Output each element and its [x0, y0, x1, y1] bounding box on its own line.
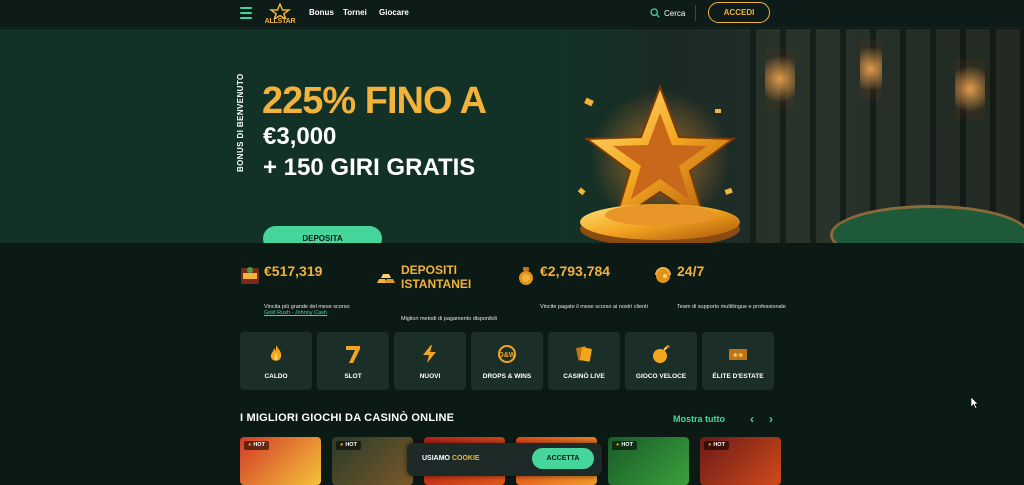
slot-game-icon [241, 267, 259, 284]
category-live-casino[interactable]: CASINÒ LIVE [548, 332, 620, 390]
elite-icon: ★★ [729, 349, 747, 360]
category-slot[interactable]: SLOT [317, 332, 389, 390]
search-icon [650, 8, 660, 18]
game-tile[interactable]: ● HOT [332, 437, 413, 485]
stat-value: 24/7 [677, 263, 705, 279]
drops-wins-icon: D&W [498, 345, 516, 363]
welcome-bonus-label: BONUS DI BENVENUTO [236, 73, 245, 173]
hot-badge: ● HOT [704, 441, 729, 450]
nav-giocare[interactable]: Giocare [379, 8, 409, 17]
coin-bag-icon [519, 267, 533, 285]
hot-badge-label: HOT [253, 442, 265, 448]
lightning-icon [423, 345, 436, 363]
gold-bars-icon [377, 274, 395, 283]
lamp-light [860, 39, 882, 99]
allstar-logo[interactable]: ALLSTAR [262, 3, 298, 25]
flame-small-icon: ● [248, 442, 252, 448]
hero-banner[interactable]: BONUS DI BENVENUTO 225% FINO A €3,000 + … [0, 29, 1024, 243]
flame-icon [270, 345, 282, 361]
cookie-banner: USIAMO COOKIE ACCETTA [407, 443, 602, 476]
category-label: GIOCO VELOCE [635, 373, 687, 380]
mouse-cursor-icon [971, 397, 979, 409]
game-tile[interactable]: ● HOT [700, 437, 781, 485]
logo-star-icon [268, 3, 292, 19]
category-fast-game[interactable]: GIOCO VELOCE [625, 332, 697, 390]
stat-value: €2,793,784 [540, 263, 611, 279]
search-button[interactable]: Cerca [650, 6, 685, 20]
section-title: I MIGLIORI GIOCHI DA CASINÒ ONLINE [240, 412, 455, 424]
header-divider [695, 5, 696, 21]
category-tiles: CALDO SLOT NUOVI D&W DROPS & WINS CASINÒ… [240, 332, 774, 390]
category-drops-wins[interactable]: D&W DROPS & WINS [471, 332, 543, 390]
hot-badge: ● HOT [336, 441, 361, 450]
hot-badge-label: HOT [345, 442, 357, 448]
hot-badge: ● HOT [244, 441, 269, 450]
chevron-left-icon[interactable]: ‹ [750, 412, 760, 426]
game-tile[interactable]: ● HOT [240, 437, 321, 485]
svg-text:★★: ★★ [733, 352, 744, 359]
nav-tornei[interactable]: Tornei [343, 8, 367, 17]
stat-desc: Vincite pagate il mese scorso ai nostri … [540, 304, 648, 310]
hamburger-menu-icon[interactable] [240, 7, 252, 19]
stat-desc: Team di supporto multilingue e professio… [677, 304, 786, 310]
stat-game-link[interactable]: Gold Rush - Johnny Cash [264, 310, 327, 316]
category-new[interactable]: NUOVI [394, 332, 466, 390]
stat-value: DEPOSITI ISTANTANEI [401, 263, 472, 291]
category-label: DROPS & WINS [482, 373, 532, 380]
category-label: ÉLITE D'ESTATE [712, 373, 764, 380]
stat-desc: Migliori metodi di pagamento disponibili [401, 316, 497, 322]
accept-cookies-button[interactable]: ACCETTA [532, 448, 594, 469]
hero-free-spins: + 150 GIRI GRATIS [263, 154, 476, 181]
stats-strip: €517,319 Vincita più grande del mese sco… [0, 243, 1024, 323]
cookie-message: USIAMO COOKIE [422, 455, 480, 462]
flame-small-icon: ● [616, 442, 620, 448]
flame-small-icon: ● [708, 442, 712, 448]
seven-icon [346, 346, 360, 363]
category-label: NUOVI [419, 373, 441, 380]
category-label: CALDO [264, 373, 288, 380]
logo-text: ALLSTAR [264, 18, 296, 25]
game-tile[interactable]: ● HOT [608, 437, 689, 485]
flame-small-icon: ● [340, 442, 344, 448]
hero-amount: €3,000 [263, 123, 337, 150]
hot-badge: ● HOT [612, 441, 637, 450]
login-button[interactable]: ACCEDI [708, 2, 770, 23]
hero-title: 225% FINO A [262, 80, 487, 122]
category-hot[interactable]: CALDO [240, 332, 312, 390]
live-cards-icon [576, 346, 592, 362]
cookie-prefix: USIAMO [422, 455, 450, 462]
bomb-icon [653, 345, 670, 363]
chevron-right-icon[interactable]: › [769, 412, 779, 426]
lamp-light [955, 59, 985, 119]
cookie-policy-link[interactable]: COOKIE [452, 455, 480, 462]
gold-star-trophy-icon [577, 84, 740, 243]
search-label: Cerca [664, 8, 686, 18]
show-all-link[interactable]: Mostra tutto [673, 414, 725, 424]
support-icon [655, 267, 671, 283]
poker-table [830, 205, 1024, 243]
stat-value: €517,319 [264, 263, 323, 279]
hot-badge-label: HOT [713, 442, 725, 448]
deposit-button[interactable]: DEPOSITA [263, 226, 382, 243]
category-summer-elite[interactable]: ★★ ÉLITE D'ESTATE [702, 332, 774, 390]
svg-text:D&W: D&W [499, 352, 516, 359]
category-label: SLOT [344, 373, 362, 380]
lamp-light [765, 49, 795, 109]
category-label: CASINÒ LIVE [563, 373, 605, 380]
top-navigation-bar: ALLSTAR Bonus Tornei Giocare Cerca ACCED… [0, 0, 1024, 28]
nav-bonus[interactable]: Bonus [309, 8, 334, 17]
hot-badge-label: HOT [621, 442, 633, 448]
